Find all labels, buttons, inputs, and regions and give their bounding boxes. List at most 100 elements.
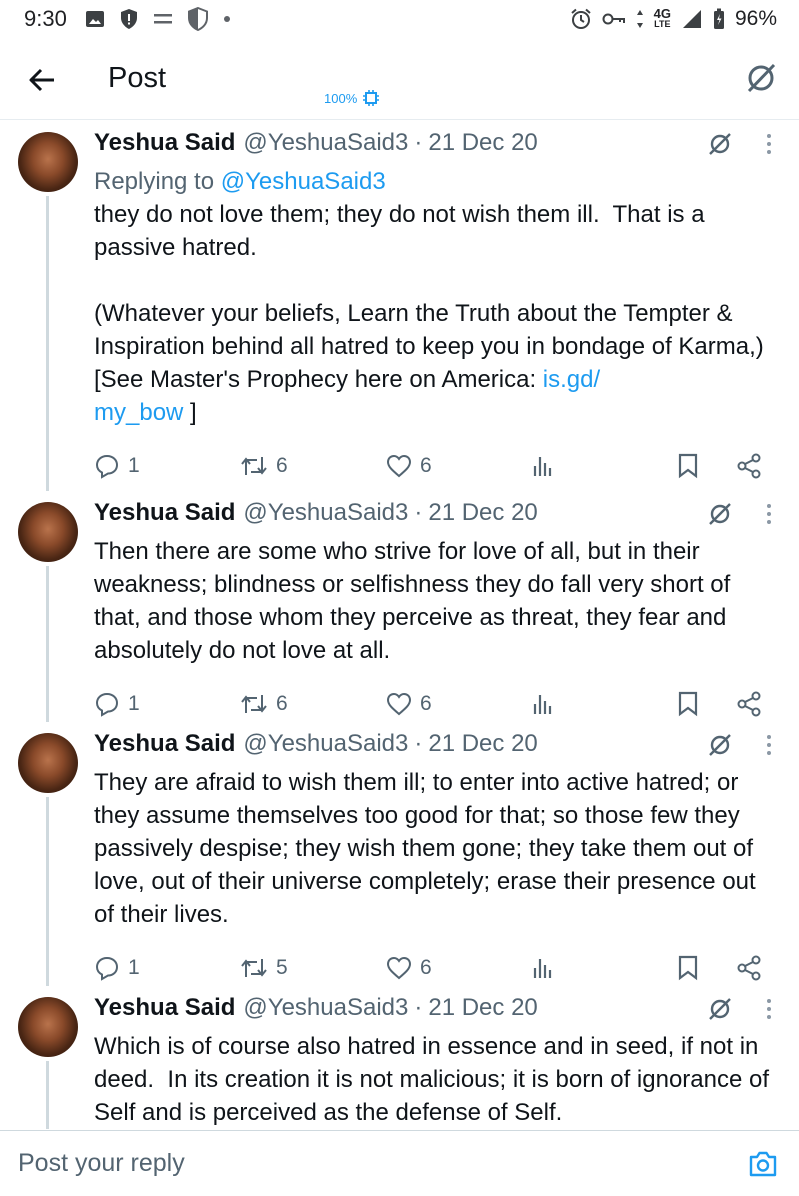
views-button[interactable] bbox=[532, 953, 554, 983]
share-button[interactable] bbox=[736, 451, 762, 481]
repost-icon bbox=[241, 959, 267, 977]
thread-line bbox=[46, 196, 49, 491]
share-button[interactable] bbox=[736, 953, 762, 983]
grok-button[interactable] bbox=[705, 499, 735, 529]
data-arrows-icon bbox=[636, 9, 644, 29]
bookmark-icon bbox=[678, 453, 698, 479]
battery-level: 96% bbox=[734, 7, 777, 30]
separator-dot: · bbox=[414, 499, 423, 526]
bookmark-button[interactable] bbox=[678, 451, 698, 481]
tweet-header: Yeshua Said @YeshuaSaid3 · 21 Dec 20 bbox=[94, 722, 781, 766]
reply-count: 1 bbox=[128, 956, 140, 979]
grok-icon bbox=[709, 998, 731, 1020]
repost-icon bbox=[241, 457, 267, 475]
reply-button[interactable]: 1 bbox=[94, 451, 140, 481]
repost-count: 5 bbox=[276, 956, 288, 979]
more-options-button[interactable] bbox=[759, 994, 779, 1024]
views-button[interactable] bbox=[532, 451, 554, 481]
camera-button[interactable] bbox=[747, 1148, 779, 1180]
separator-dot: · bbox=[414, 994, 423, 1021]
tweet-text-body: they do not love them; they do not wish … bbox=[94, 201, 764, 393]
analytics-icon bbox=[533, 457, 552, 476]
reply-icon bbox=[95, 692, 119, 717]
author-handle[interactable]: @YeshuaSaid3 bbox=[243, 730, 408, 758]
like-button[interactable]: 6 bbox=[386, 451, 432, 481]
thread-feed[interactable]: Yeshua Said @YeshuaSaid3 · 21 Dec 20 Rep… bbox=[0, 121, 799, 1129]
author-handle[interactable]: @YeshuaSaid3 bbox=[243, 499, 408, 527]
avatar[interactable] bbox=[18, 502, 78, 562]
avatar[interactable] bbox=[18, 733, 78, 793]
bookmark-icon bbox=[678, 955, 698, 981]
tweet-date[interactable]: 21 Dec 20 bbox=[428, 129, 537, 157]
author-name[interactable]: Yeshua Said bbox=[94, 994, 235, 1022]
like-count: 6 bbox=[420, 692, 432, 715]
grok-button[interactable] bbox=[705, 994, 735, 1024]
author-handle[interactable]: @YeshuaSaid3 bbox=[243, 129, 408, 157]
chip-icon bbox=[363, 90, 380, 106]
author-name[interactable]: Yeshua Said bbox=[94, 499, 235, 527]
grok-button[interactable] bbox=[741, 58, 781, 98]
like-count: 6 bbox=[420, 454, 432, 477]
grok-button[interactable] bbox=[705, 129, 735, 159]
tweet-text: Then there are some who strive for love … bbox=[94, 538, 737, 664]
views-button[interactable] bbox=[532, 689, 554, 719]
bookmark-button[interactable] bbox=[678, 689, 698, 719]
reply-button[interactable]: 1 bbox=[94, 953, 140, 983]
alarm-icon bbox=[570, 8, 592, 30]
tweet-date[interactable]: 21 Dec 20 bbox=[428, 994, 537, 1022]
grok-icon bbox=[709, 133, 731, 155]
repost-button[interactable]: 6 bbox=[240, 689, 288, 719]
tweet[interactable]: Yeshua Said @YeshuaSaid3 · 21 Dec 20 The… bbox=[0, 491, 799, 722]
author-name[interactable]: Yeshua Said bbox=[94, 730, 235, 758]
tweet-header: Yeshua Said @YeshuaSaid3 · 21 Dec 20 bbox=[94, 986, 781, 1030]
tweet-date[interactable]: 21 Dec 20 bbox=[428, 730, 537, 758]
author-name[interactable]: Yeshua Said bbox=[94, 129, 235, 157]
repost-button[interactable]: 5 bbox=[240, 953, 288, 983]
more-options-button[interactable] bbox=[759, 499, 779, 529]
avatar[interactable] bbox=[18, 997, 78, 1057]
replying-to: Replying to @YeshuaSaid3 bbox=[94, 165, 781, 198]
analytics-icon bbox=[533, 695, 552, 714]
avatar[interactable] bbox=[18, 132, 78, 192]
equals-icon bbox=[153, 12, 173, 26]
back-button[interactable] bbox=[24, 62, 60, 98]
share-button[interactable] bbox=[736, 689, 762, 719]
tweet[interactable]: Yeshua Said @YeshuaSaid3 · 21 Dec 20 Rep… bbox=[0, 121, 799, 491]
more-vertical-icon bbox=[767, 504, 771, 524]
battery-icon bbox=[713, 8, 725, 30]
reply-button[interactable]: 1 bbox=[94, 689, 140, 719]
reply-icon bbox=[95, 454, 119, 479]
more-vertical-icon bbox=[767, 134, 771, 154]
thread-line bbox=[46, 566, 49, 722]
reply-bar bbox=[0, 1130, 799, 1196]
reply-input[interactable] bbox=[18, 1147, 658, 1179]
more-vertical-icon bbox=[767, 735, 771, 755]
repost-button[interactable]: 6 bbox=[240, 451, 288, 481]
author-handle[interactable]: @YeshuaSaid3 bbox=[243, 994, 408, 1022]
analytics-icon bbox=[533, 959, 552, 978]
more-options-button[interactable] bbox=[759, 730, 779, 760]
separator-dot: · bbox=[414, 730, 423, 757]
separator-dot: · bbox=[414, 129, 423, 156]
tweet[interactable]: Yeshua Said @YeshuaSaid3 · 21 Dec 20 Whi… bbox=[0, 986, 799, 1129]
signal-icon bbox=[681, 8, 703, 30]
grok-button[interactable] bbox=[705, 730, 735, 760]
top-app-bar: Post 100% bbox=[0, 40, 799, 120]
dot-icon bbox=[223, 15, 231, 23]
replying-to-handle-link[interactable]: @YeshuaSaid3 bbox=[221, 168, 386, 195]
like-button[interactable]: 6 bbox=[386, 953, 432, 983]
tweet-text: they do not love them; they do not wish … bbox=[94, 198, 781, 429]
repost-count: 6 bbox=[276, 692, 288, 715]
tweet-actions: 1 6 6 bbox=[94, 435, 781, 497]
image-icon bbox=[85, 9, 105, 29]
share-icon bbox=[737, 955, 761, 981]
tweet-date[interactable]: 21 Dec 20 bbox=[428, 499, 537, 527]
heart-icon bbox=[386, 454, 412, 478]
like-button[interactable]: 6 bbox=[386, 689, 432, 719]
reply-count: 1 bbox=[128, 454, 140, 477]
tweet[interactable]: Yeshua Said @YeshuaSaid3 · 21 Dec 20 The… bbox=[0, 722, 799, 986]
reply-icon bbox=[95, 956, 119, 981]
more-options-button[interactable] bbox=[759, 129, 779, 159]
bookmark-button[interactable] bbox=[678, 953, 698, 983]
repost-icon bbox=[241, 695, 267, 713]
